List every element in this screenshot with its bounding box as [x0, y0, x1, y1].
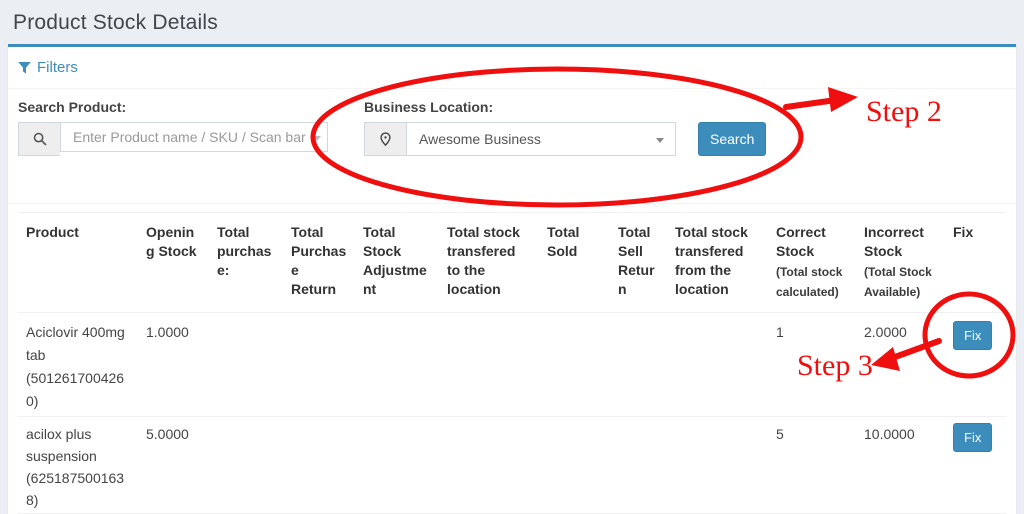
page-title: Product Stock Details [13, 11, 218, 34]
cell-total_stock_adjustment [355, 313, 439, 417]
cell-total_stock_transfered_from_location [667, 417, 768, 514]
column-header-total_purchase: Total purchase: [209, 213, 283, 313]
search-icon [18, 122, 60, 156]
cell-product: Aciclovir 400mg tab (5012617004260) [18, 313, 138, 417]
cell-correct_stock: 1 [768, 313, 856, 417]
cell-opening_stock: 5.0000 [138, 417, 209, 514]
stock-table-area: ProductOpening StockTotal purchase:Total… [8, 204, 1016, 514]
search-button[interactable]: Search [698, 122, 766, 156]
cell-correct_stock: 5 [768, 417, 856, 514]
stock-table: ProductOpening StockTotal purchase:Total… [18, 212, 1006, 514]
cell-incorrect_stock: 10.0000 [856, 417, 945, 514]
cell-incorrect_stock: 2.0000 [856, 313, 945, 417]
column-header-incorrect_stock: Incorrect Stock (Total Stock Available) [856, 213, 945, 313]
cell-total_stock_transfered_from_location [667, 313, 768, 417]
cell-total_sell_return [610, 313, 667, 417]
cell-fix: Fix [945, 313, 1006, 417]
business-location-select[interactable]: Awesome Business [406, 122, 676, 156]
table-header-row: ProductOpening StockTotal purchase:Total… [18, 213, 1006, 313]
filter-body: Search Product: Business Location: [8, 89, 1016, 204]
column-header-total_stock_transfered_to_location: Total stock transfered to the location [439, 213, 539, 313]
cell-total_stock_transfered_to_location [439, 313, 539, 417]
cell-total_stock_adjustment [355, 417, 439, 514]
table-row: acilox plus suspension (6251875001638)5.… [18, 417, 1006, 514]
cell-total_sold [539, 417, 610, 514]
cell-total_sold [539, 313, 610, 417]
column-header-correct_stock: Correct Stock (Total stock calculated) [768, 213, 856, 313]
chevron-down-icon [656, 138, 664, 143]
column-header-total_stock_adjustment: Total Stock Adjustment [355, 213, 439, 313]
fix-button[interactable]: Fix [953, 423, 992, 452]
filters-header-label: Filters [37, 59, 78, 76]
map-marker-icon [364, 122, 406, 156]
column-header-total_sell_return: Total Sell Return [610, 213, 667, 313]
cell-total_purchase_return [283, 313, 355, 417]
column-header-fix: Fix [945, 213, 1006, 313]
cell-opening_stock: 1.0000 [138, 313, 209, 417]
cell-fix: Fix [945, 417, 1006, 514]
business-location-group: Business Location: Awesome Business [364, 99, 676, 156]
cell-total_sell_return [610, 417, 667, 514]
cell-total_purchase_return [283, 417, 355, 514]
filters-box: Filters Search Product: [8, 44, 1016, 514]
search-product-group: Search Product: [18, 99, 328, 156]
fix-button[interactable]: Fix [953, 321, 992, 350]
table-row: Aciclovir 400mg tab (5012617004260)1.000… [18, 313, 1006, 417]
filter-icon [18, 62, 31, 74]
column-header-product: Product [18, 213, 138, 313]
table-body: Aciclovir 400mg tab (5012617004260)1.000… [18, 313, 1006, 514]
search-product-input[interactable] [60, 122, 328, 152]
search-product-label: Search Product: [18, 99, 328, 115]
cell-product: acilox plus suspension (6251875001638) [18, 417, 138, 514]
cell-total_purchase [209, 417, 283, 514]
content-header: Product Stock Details [0, 0, 1024, 44]
column-header-total_sold: Total Sold [539, 213, 610, 313]
cell-total_stock_transfered_to_location [439, 417, 539, 514]
cell-total_purchase [209, 313, 283, 417]
business-location-value: Awesome Business [419, 131, 541, 147]
search-input-caret-icon [313, 136, 321, 141]
filters-header: Filters [8, 47, 1016, 89]
column-header-total_stock_transfered_from_location: Total stock transfered from the location [667, 213, 768, 313]
business-location-label: Business Location: [364, 99, 676, 115]
column-header-opening_stock: Opening Stock [138, 213, 209, 313]
column-header-total_purchase_return: Total Purchase Return [283, 213, 355, 313]
